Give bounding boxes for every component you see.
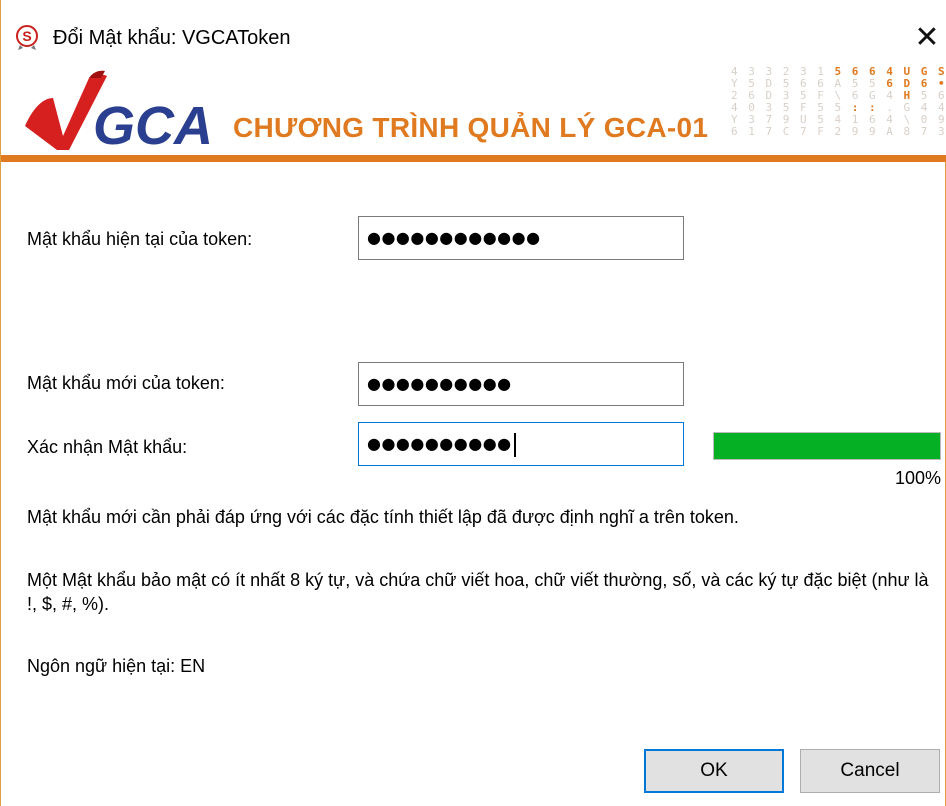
ok-button[interactable]: OK [644,749,784,793]
current-password-value: ●●●●●●●●●●●● [367,228,541,247]
window-title: Đổi Mật khẩu: VGCAToken [53,27,291,49]
language-label: Ngôn ngữ hiện tại: [27,656,176,676]
new-password-field[interactable]: ●●●●●●●●●● [358,362,684,406]
vgca-logo: GCA [25,70,213,154]
header-banner: 4 3 3 2 3 1 5 6 6 4 U G S D 5 \ ! 6 Y 5 … [1,60,946,160]
s-shield-icon: S [16,25,38,50]
language-row: Ngôn ngữ hiện tại: EN [27,654,205,678]
confirm-password-label: Xác nhận Mật khẩu: [27,437,188,457]
new-password-label: Mật khẩu mới của token: [27,373,225,393]
banner-divider [1,155,946,162]
new-password-value: ●●●●●●●●●● [367,374,512,393]
change-password-dialog: S Đổi Mật khẩu: VGCAToken ✕ 4 3 3 2 3 1 … [0,0,946,806]
confirm-password-value: ●●●●●●●●●● [367,434,512,453]
password-policy-note: Một Mật khẩu bảo mật có ít nhất 8 ký tự,… [27,570,929,614]
close-icon: ✕ [914,20,940,55]
password-strength-bar [713,432,941,460]
text-caret [513,432,516,457]
language-value: EN [180,656,206,676]
confirm-password-field[interactable]: ●●●●●●●●●● [358,422,684,466]
close-button[interactable]: ✕ [907,16,946,60]
svg-text:S: S [22,28,31,44]
password-strength-percent: 100% [894,468,941,488]
banner-title: CHƯƠNG TRÌNH QUẢN LÝ GCA-01 [233,112,709,143]
banner-code-pattern: 4 3 3 2 3 1 5 6 6 4 U G S D 5 \ ! 6 Y 5 … [731,66,946,154]
cancel-button[interactable]: Cancel [800,749,940,793]
current-password-field[interactable]: ●●●●●●●●●●●● [358,216,684,260]
logo-text: GCA [93,96,213,154]
requirement-note: Mật khẩu mới cần phải đáp ứng với các đặ… [27,507,739,527]
current-password-label: Mật khẩu hiện tại của token: [27,229,253,249]
password-strength-fill [714,433,940,459]
